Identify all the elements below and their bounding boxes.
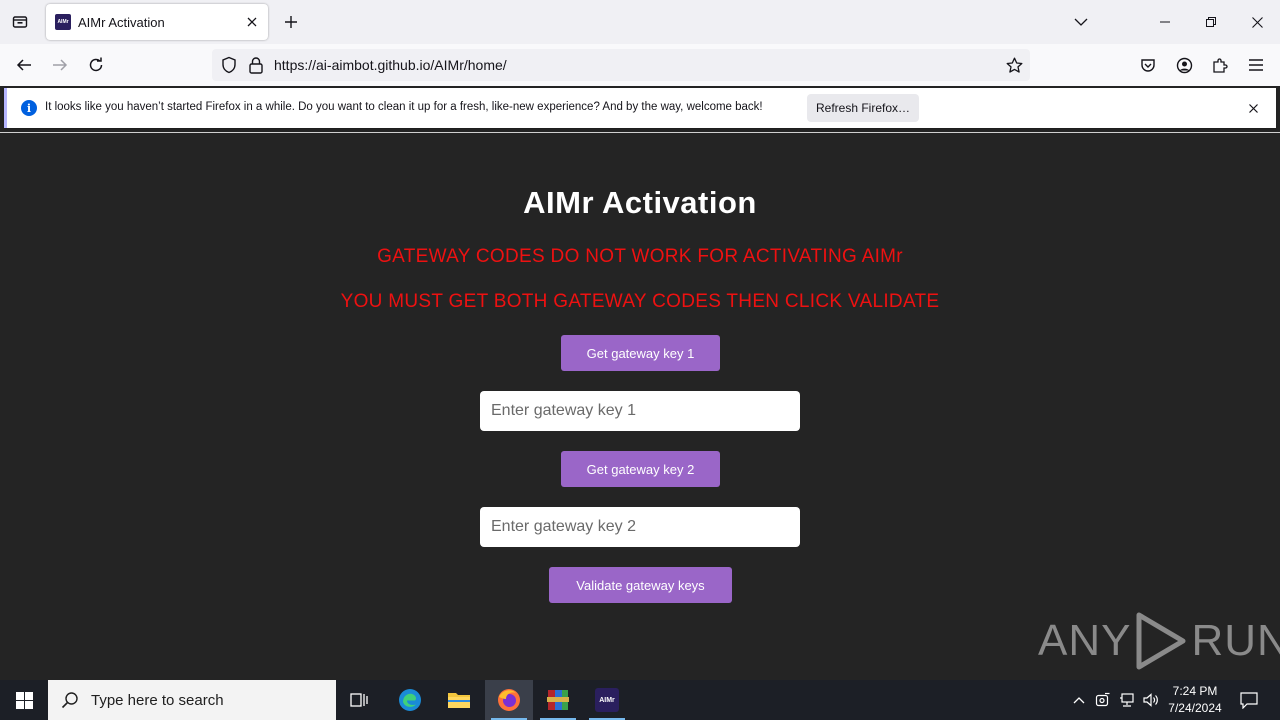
page-content: AIMr Activation GATEWAY CODES DO NOT WOR…	[0, 132, 1280, 680]
minimize-icon	[1160, 21, 1170, 23]
account-icon	[1176, 57, 1192, 73]
taskbar-search-box[interactable]: Type here to search	[48, 680, 336, 720]
taskbar-file-explorer[interactable]	[435, 680, 483, 720]
star-icon	[1006, 57, 1022, 73]
url-bar[interactable]: https://ai-aimbot.github.io/AIMr/home/	[212, 49, 1030, 81]
chevron-down-icon	[1074, 18, 1088, 26]
warning-gateway-codes: GATEWAY CODES DO NOT WORK FOR ACTIVATING…	[377, 246, 903, 267]
search-icon	[61, 692, 78, 709]
account-button[interactable]	[1169, 50, 1199, 80]
folder-icon	[448, 693, 470, 708]
back-button[interactable]	[9, 50, 39, 80]
shield-icon[interactable]	[220, 56, 238, 74]
forward-button[interactable]	[45, 50, 75, 80]
warning-both-codes: YOU MUST GET BOTH GATEWAY CODES THEN CLI…	[340, 291, 940, 312]
network-icon	[1120, 693, 1134, 707]
refresh-notification-bar: i It looks like you haven’t started Fire…	[4, 88, 1276, 128]
firefox-view-button[interactable]	[6, 8, 34, 36]
winrar-icon	[547, 690, 569, 710]
start-button[interactable]	[0, 680, 48, 720]
restore-button[interactable]	[1188, 0, 1234, 44]
close-icon	[1251, 16, 1263, 28]
url-text[interactable]: https://ai-aimbot.github.io/AIMr/home/	[274, 57, 507, 73]
hamburger-icon	[1249, 59, 1263, 71]
anyrun-watermark: ANY RUN	[1038, 611, 1280, 671]
tab-close-button[interactable]	[242, 12, 262, 32]
new-tab-button[interactable]	[277, 8, 305, 36]
taskbar-search-placeholder: Type here to search	[91, 691, 224, 709]
tray-network[interactable]	[1116, 680, 1138, 720]
close-icon	[247, 17, 257, 27]
play-logo-icon	[1136, 612, 1186, 670]
aimr-app-icon-label: AIMr	[599, 696, 615, 704]
task-view-icon	[350, 693, 368, 707]
tab-aimr-activation[interactable]: AIMr AIMr Activation	[46, 4, 268, 40]
notification-message: It looks like you haven’t started Firefo…	[45, 101, 763, 113]
action-center-button[interactable]	[1232, 680, 1266, 720]
taskbar: Type here to search AIMr 7:24 PM 7/24/20…	[0, 680, 1280, 720]
tab-favicon-icon: AIMr	[55, 14, 71, 30]
nav-bar: https://ai-aimbot.github.io/AIMr/home/	[0, 44, 1280, 86]
minimize-button[interactable]	[1142, 0, 1188, 44]
pocket-icon	[1141, 59, 1155, 72]
lock-icon[interactable]	[248, 56, 264, 74]
taskbar-aimr[interactable]: AIMr	[583, 680, 631, 720]
watermark-left-text: ANY	[1038, 616, 1132, 665]
tab-favicon-text: AIMr	[57, 19, 69, 25]
firefox-icon	[498, 689, 520, 711]
clock-time: 7:24 PM	[1172, 684, 1218, 698]
taskbar-edge[interactable]	[386, 680, 434, 720]
edge-icon	[399, 689, 421, 711]
bookmark-star-button[interactable]	[1004, 55, 1024, 75]
task-view-button[interactable]	[336, 680, 384, 720]
refresh-firefox-button[interactable]: Refresh Firefox…	[807, 94, 919, 122]
validate-gateway-keys-button[interactable]: Validate gateway keys	[549, 567, 732, 603]
watermark-right-text: RUN	[1191, 616, 1280, 665]
tab-strip: AIMr AIMr Activation	[0, 0, 1280, 44]
tray-meet-now[interactable]	[1092, 680, 1114, 720]
menu-button[interactable]	[1241, 50, 1271, 80]
taskbar-clock[interactable]: 7:24 PM 7/24/2024	[1162, 683, 1228, 717]
pocket-button[interactable]	[1133, 50, 1163, 80]
close-window-button[interactable]	[1234, 0, 1280, 44]
camera-icon	[1095, 692, 1110, 707]
list-all-tabs-button[interactable]	[1058, 0, 1104, 44]
arrow-left-icon	[16, 59, 31, 71]
aimr-app-icon: AIMr	[595, 688, 619, 712]
notification-icon	[1240, 691, 1258, 709]
reload-icon	[89, 57, 103, 72]
extensions-button[interactable]	[1205, 50, 1235, 80]
windows-logo-icon	[15, 691, 33, 709]
arrow-right-icon	[53, 59, 68, 71]
gateway-key-2-input[interactable]	[480, 507, 800, 547]
get-gateway-key-1-button[interactable]: Get gateway key 1	[561, 335, 720, 371]
tray-volume[interactable]	[1140, 680, 1162, 720]
volume-icon	[1142, 693, 1158, 707]
plus-icon	[285, 16, 297, 28]
reload-button[interactable]	[81, 50, 111, 80]
get-gateway-key-2-button[interactable]: Get gateway key 2	[561, 451, 720, 487]
clock-date: 7/24/2024	[1168, 701, 1222, 715]
restore-icon	[1206, 17, 1216, 27]
taskbar-winrar[interactable]	[534, 680, 582, 720]
chevron-up-icon	[1073, 697, 1085, 704]
close-icon	[1248, 103, 1258, 113]
gateway-key-1-input[interactable]	[480, 391, 800, 431]
puzzle-icon	[1212, 57, 1228, 73]
tab-title: AIMr Activation	[78, 14, 165, 30]
taskbar-firefox[interactable]	[485, 680, 533, 720]
tray-overflow-button[interactable]	[1068, 680, 1090, 720]
info-icon: i	[21, 100, 37, 116]
page-title: AIMr Activation	[523, 185, 757, 220]
firefox-view-icon	[12, 16, 28, 28]
notification-close-button[interactable]	[1244, 99, 1262, 117]
